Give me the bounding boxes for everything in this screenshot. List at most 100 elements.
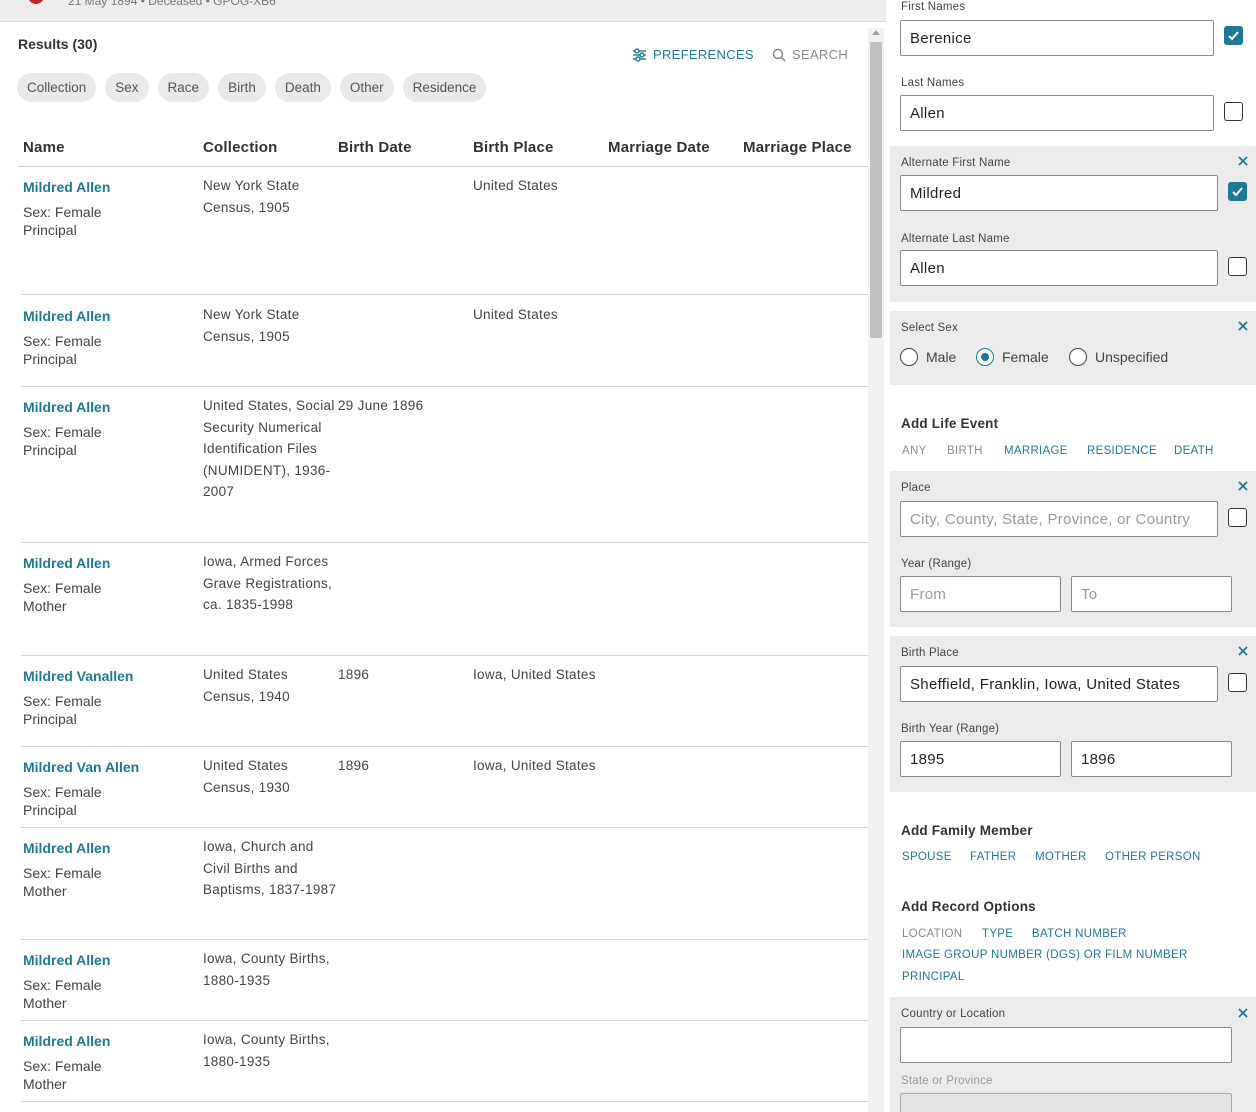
family-link-father[interactable]: FATHER [970, 851, 1016, 863]
record-option-type[interactable]: TYPE [982, 928, 1013, 940]
radio-button-selected[interactable] [976, 348, 994, 366]
record-name-link[interactable]: Mildred Van Allen [23, 759, 139, 775]
family-link-other-person[interactable]: OTHER PERSON [1105, 851, 1201, 863]
record-name-link[interactable]: Mildred Allen [23, 952, 110, 968]
event-place-input[interactable] [900, 501, 1218, 537]
filter-chip-birth[interactable]: Birth [218, 73, 266, 102]
record-role: Mother [23, 995, 67, 1011]
family-link-mother[interactable]: MOTHER [1035, 851, 1087, 863]
record-name-link[interactable]: Mildred Allen [23, 1033, 110, 1049]
alternate-first-name-input[interactable] [900, 175, 1218, 211]
preferences-label: PREFERENCES [653, 47, 754, 62]
event-place-label: Place [901, 482, 931, 494]
record-name-link[interactable]: Mildred Allen [23, 555, 110, 571]
record-birth-date: 1896 [338, 667, 370, 682]
alternate-last-name-input[interactable] [900, 250, 1218, 286]
remove-alternate-names-icon[interactable] [1237, 155, 1249, 167]
last-names-input[interactable] [900, 95, 1214, 131]
first-names-input[interactable] [900, 20, 1214, 56]
first-names-label: First Names [901, 1, 966, 13]
column-header-marriage-date[interactable]: Marriage Date [608, 139, 710, 156]
filter-chip-residence[interactable]: Residence [402, 73, 487, 102]
remove-sex-icon[interactable] [1237, 320, 1249, 332]
column-header-birth-date[interactable]: Birth Date [338, 139, 412, 156]
alternate-last-name-exact-checkbox[interactable] [1228, 257, 1247, 276]
results-panel: 21 May 1894 • Deceased • GPOG-XB6 Result… [0, 0, 886, 1112]
record-name-link[interactable]: Mildred Allen [23, 179, 110, 195]
record-collection: Iowa, Church and Civil Births and Baptis… [203, 839, 337, 898]
radio-button[interactable] [1069, 348, 1087, 366]
life-event-tab-death[interactable]: DEATH [1174, 445, 1214, 457]
record-sex: Sex: Female [23, 1058, 102, 1074]
record-birth-date: 29 June 1896 [338, 398, 424, 413]
filter-chip-race[interactable]: Race [157, 73, 210, 102]
record-option-batch-number[interactable]: BATCH NUMBER [1032, 928, 1127, 940]
birth-place-input[interactable] [900, 666, 1218, 702]
results-count-title: Results (30) [18, 36, 98, 52]
column-header-birth-place[interactable]: Birth Place [473, 139, 554, 156]
scrollbar-thumb[interactable] [870, 42, 882, 338]
birth-year-from-input[interactable] [900, 741, 1061, 777]
event-year-to-input[interactable] [1071, 576, 1232, 612]
any-event-section: Place Year (Range) [890, 471, 1256, 627]
sex-option-male[interactable]: Male [900, 348, 956, 366]
sex-option-label: Female [1002, 349, 1049, 365]
record-name-link[interactable]: Mildred Allen [23, 399, 110, 415]
alternate-first-name-exact-checkbox[interactable] [1228, 182, 1247, 201]
country-or-location-input[interactable] [900, 1027, 1232, 1063]
life-event-tab-any[interactable]: ANY [902, 445, 927, 457]
filter-chip-collection[interactable]: Collection [17, 73, 97, 102]
birth-year-to-input[interactable] [1071, 741, 1232, 777]
filter-chip-sex[interactable]: Sex [105, 73, 149, 102]
record-sex: Sex: Female [23, 693, 102, 709]
record-option-image-group-number[interactable]: IMAGE GROUP NUMBER (DGS) OR FILM NUMBER [902, 949, 1188, 961]
sex-option-female[interactable]: Female [976, 348, 1049, 366]
select-sex-label: Select Sex [901, 322, 958, 334]
column-header-collection[interactable]: Collection [203, 139, 278, 156]
record-collection: United States Census, 1930 [203, 758, 290, 795]
column-header-name[interactable]: Name [23, 139, 65, 156]
record-name-link[interactable]: Mildred Allen [23, 840, 110, 856]
last-names-exact-checkbox[interactable] [1224, 102, 1243, 121]
record-role: Principal [23, 802, 77, 818]
results-scrollbar[interactable] [868, 28, 884, 1112]
birth-place-exact-checkbox[interactable] [1228, 673, 1247, 692]
add-life-event-title: Add Life Event [901, 416, 999, 431]
event-place-exact-checkbox[interactable] [1228, 508, 1247, 527]
search-button[interactable]: SEARCH [772, 47, 848, 62]
table-row: Mildred Allen Sex: Female Principal New … [21, 296, 868, 387]
remove-birth-event-icon[interactable] [1237, 645, 1249, 657]
sex-option-label: Male [926, 349, 957, 365]
life-event-tab-birth[interactable]: BIRTH [947, 445, 983, 457]
sex-option-label: Unspecified [1095, 349, 1169, 365]
record-option-location[interactable]: LOCATION [902, 928, 962, 940]
remove-event-icon[interactable] [1237, 480, 1249, 492]
table-header: Name Collection Birth Date Birth Place M… [18, 130, 868, 167]
filter-chip-other[interactable]: Other [339, 73, 394, 102]
table-row: Mildred Allen Sex: Female Mother Iowa, C… [21, 940, 868, 1021]
record-option-principal[interactable]: PRINCIPAL [902, 971, 965, 983]
record-name-link[interactable]: Mildred Allen [23, 308, 110, 324]
record-sex: Sex: Female [23, 333, 102, 349]
person-subline: 21 May 1894 • Deceased • GPOG-XB6 [68, 0, 276, 8]
event-year-from-input[interactable] [900, 576, 1061, 612]
country-or-location-label: Country or Location [901, 1008, 1006, 1020]
remove-location-icon[interactable] [1237, 1007, 1249, 1019]
sex-option-unspecified[interactable]: Unspecified [1069, 348, 1168, 366]
record-birth-place: United States [473, 307, 558, 322]
radio-button[interactable] [900, 348, 918, 366]
scroll-up-arrow-icon[interactable] [872, 30, 880, 35]
record-sex: Sex: Female [23, 977, 102, 993]
filter-chip-death[interactable]: Death [274, 73, 331, 102]
birth-place-label: Birth Place [901, 647, 959, 659]
family-link-spouse[interactable]: SPOUSE [902, 851, 952, 863]
life-event-tab-marriage[interactable]: MARRIAGE [1004, 445, 1068, 457]
column-header-marriage-place[interactable]: Marriage Place [743, 139, 852, 156]
record-name-link[interactable]: Mildred Vanallen [23, 668, 133, 684]
preferences-button[interactable]: PREFERENCES [632, 47, 754, 62]
sliders-icon [633, 47, 646, 62]
table-row: Mildred Allen Sex: Female Mother Iowa, A… [21, 543, 868, 656]
first-names-exact-checkbox[interactable] [1224, 26, 1243, 45]
life-event-tab-residence[interactable]: RESIDENCE [1087, 445, 1157, 457]
record-collection: New York State Census, 1905 [203, 178, 300, 215]
